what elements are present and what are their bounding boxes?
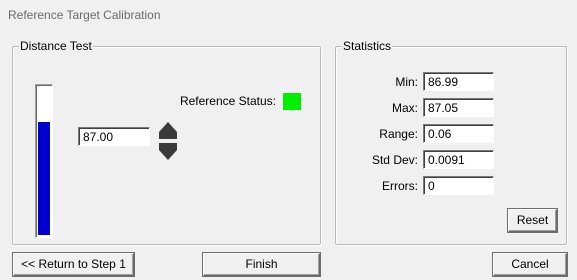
- stat-field-errors[interactable]: 0: [423, 176, 494, 195]
- stat-field-max[interactable]: 87.05: [423, 98, 494, 117]
- distance-gauge-fill: [38, 121, 50, 235]
- distance-gauge: [35, 84, 53, 238]
- stat-label-min: Min:: [395, 75, 418, 89]
- stat-label-range: Range:: [379, 127, 418, 141]
- up-down-arrows-icon[interactable]: [159, 122, 177, 160]
- return-to-step-1-button[interactable]: << Return to Step 1: [13, 253, 134, 276]
- statistics-legend: Statistics: [342, 39, 393, 53]
- stat-label-errors: Errors:: [382, 179, 418, 193]
- stat-label-max: Max:: [391, 101, 418, 115]
- stat-field-std-dev[interactable]: 0.0091: [423, 150, 494, 169]
- stat-field-range[interactable]: 0.06: [423, 124, 494, 143]
- cancel-button[interactable]: Cancel: [493, 253, 567, 276]
- reference-status-label: Reference Status:: [179, 94, 276, 108]
- stat-label-std-dev: Std Dev:: [371, 153, 418, 167]
- stat-field-min[interactable]: 86.99: [423, 72, 494, 91]
- finish-button[interactable]: Finish: [203, 253, 320, 276]
- distance-test-legend: Distance Test: [19, 39, 93, 53]
- distance-value-field[interactable]: 87.00: [78, 127, 150, 146]
- reference-status-indicator: [283, 93, 301, 110]
- window-title: Reference Target Calibration: [8, 8, 161, 22]
- reset-button[interactable]: Reset: [508, 209, 557, 232]
